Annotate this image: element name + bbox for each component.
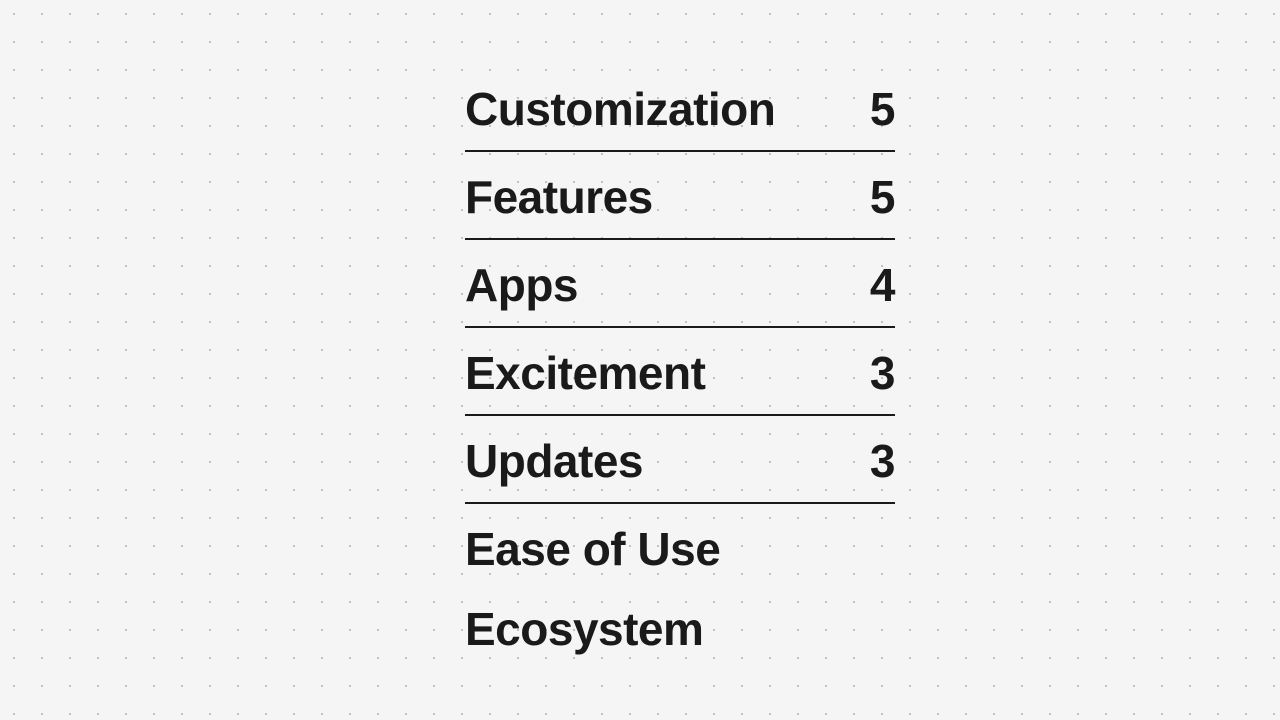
item-score: 4 — [870, 258, 895, 312]
list-item: Customization 5 — [465, 64, 895, 152]
criteria-list: Customization5Features5Apps4Excitement3U… — [465, 64, 895, 656]
item-label: Features — [465, 170, 653, 224]
item-label: Ease of Use — [465, 522, 720, 576]
item-score: 3 — [870, 346, 895, 400]
item-label: Excitement — [465, 346, 705, 400]
list-item: Apps 4 — [465, 240, 895, 328]
item-score: 5 — [870, 170, 895, 224]
list-item: Features 5 — [465, 152, 895, 240]
item-label: Customization — [465, 82, 775, 136]
item-label: Updates — [465, 434, 643, 488]
item-label: Ecosystem — [465, 602, 703, 656]
item-score: 5 — [870, 82, 895, 136]
list-item: Ecosystem — [465, 584, 895, 656]
list-item: Ease of Use — [465, 504, 895, 584]
list-item: Excitement 3 — [465, 328, 895, 416]
item-score: 3 — [870, 434, 895, 488]
item-label: Apps — [465, 258, 578, 312]
list-item: Updates 3 — [465, 416, 895, 504]
